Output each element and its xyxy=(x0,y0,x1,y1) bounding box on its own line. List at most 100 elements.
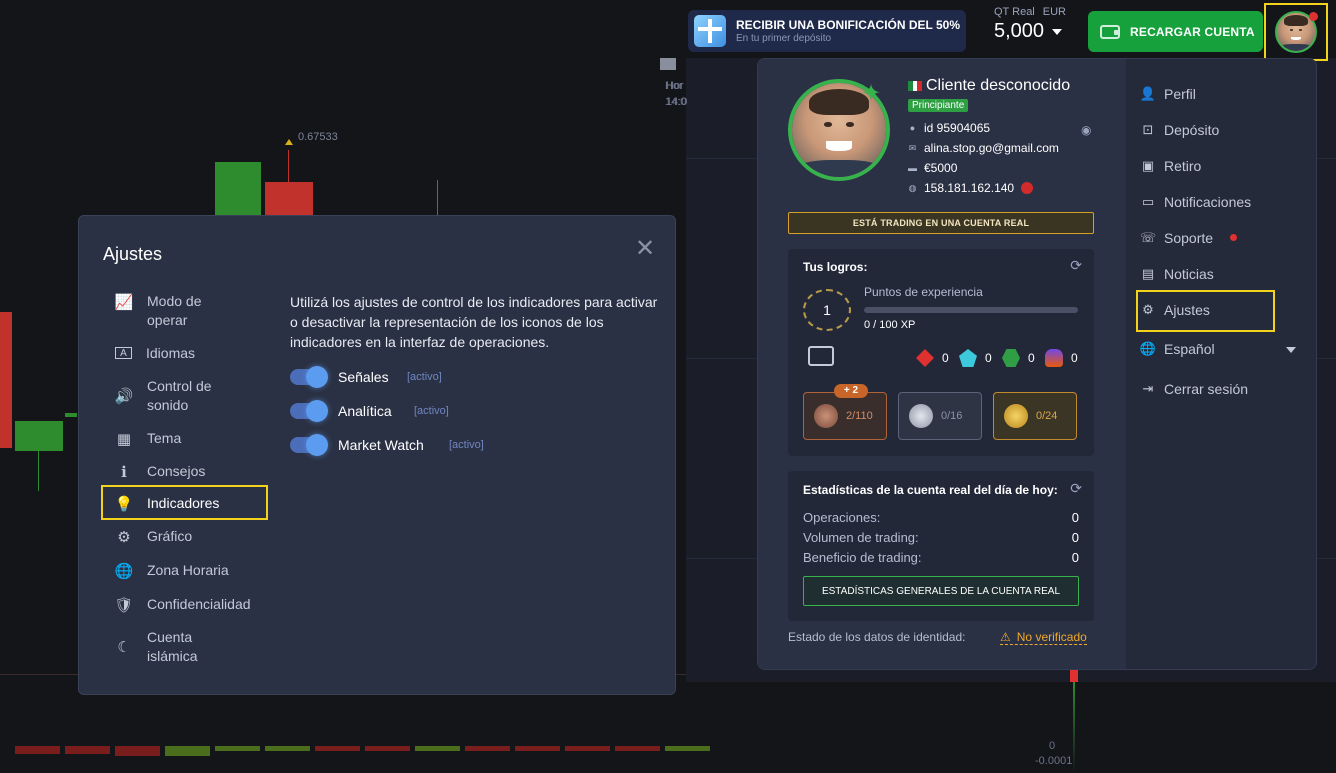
settings-item-theme[interactable]: ▦ Tema xyxy=(115,429,181,448)
market-watch-status: [activo] xyxy=(449,439,484,451)
settings-item-sound[interactable]: 🔊 Control de sonido xyxy=(115,377,212,415)
globe-icon: 🌐 xyxy=(1139,341,1157,356)
refresh-icon[interactable]: ⟳ xyxy=(1070,257,1082,274)
nav-item-news[interactable]: ▤ Noticias xyxy=(1140,266,1214,282)
toggle-row-signals: Señales [activo] xyxy=(290,366,442,388)
withdraw-icon: ▣ xyxy=(1141,158,1155,173)
stats-title: Estadísticas de la cuenta real del día d… xyxy=(803,483,1058,497)
chart-line-icon: 📈 xyxy=(114,293,134,311)
time-label-left: 14:0 xyxy=(665,96,687,108)
cyan-gem-icon xyxy=(959,349,977,367)
globe-icon: ◍ xyxy=(908,182,917,193)
chest-icon[interactable] xyxy=(808,346,834,366)
nav-item-support[interactable]: ☏ Soporte xyxy=(1140,230,1213,246)
nav-item-language[interactable]: 🌐 Español xyxy=(1140,341,1215,357)
settings-item-indicators[interactable]: 💡 Indicadores xyxy=(114,494,220,513)
settings-item-trading-mode[interactable]: 📈 Modo de operar xyxy=(114,292,202,330)
settings-modal: Ajustes ✕ 📈 Modo de operar A Idiomas 🔊 Co… xyxy=(78,215,676,695)
chart-candle xyxy=(0,312,12,448)
refresh-icon[interactable]: ⟳ xyxy=(1070,480,1082,497)
close-icon[interactable]: ✕ xyxy=(635,234,655,263)
chart-candle xyxy=(437,180,438,215)
settings-item-timezone[interactable]: 🌐 Zona Horaria xyxy=(115,561,229,580)
profile-nav-panel: 👤 Perfil ⊡ Depósito ▣ Retiro ▭ Notificac… xyxy=(1126,59,1316,669)
hour-label-left: Hor xyxy=(665,80,683,92)
nav-item-settings[interactable]: ⚙ Ajustes xyxy=(1140,302,1210,318)
stat-row: Operaciones: 0 xyxy=(803,510,1079,525)
user-avatar-button[interactable] xyxy=(1264,3,1328,61)
settings-item-chart[interactable]: ⚙ Gráfico xyxy=(115,527,192,546)
card-icon: ▬ xyxy=(908,163,917,173)
xp-value: 0 / 100 XP xyxy=(864,319,916,331)
market-watch-toggle[interactable] xyxy=(290,434,328,456)
level-star-icon: ✦ xyxy=(861,80,882,107)
support-notification-dot xyxy=(1230,234,1237,241)
chart-candle xyxy=(38,451,39,491)
chart-candle xyxy=(265,182,313,215)
gem-cyan: 0 xyxy=(959,349,992,367)
volume-indicator-bar xyxy=(1073,682,1075,773)
balance-value: 5,000 xyxy=(994,20,1045,42)
eye-icon[interactable]: ◉ xyxy=(1081,123,1091,137)
general-stats-button[interactable]: ESTADÍSTICAS GENERALES DE LA CUENTA REAL xyxy=(803,576,1079,606)
axis-negative-label: -0.0001 xyxy=(1035,755,1073,767)
silver-medal-icon xyxy=(909,404,933,428)
bonus-banner[interactable]: RECIBIR UNA BONIFICACIÓN DEL 50% En tu p… xyxy=(688,10,966,52)
grid-icon: ▦ xyxy=(116,430,132,448)
lightbulb-icon: 💡 xyxy=(114,495,134,513)
indicators-description: Utilizá los ajustes de control de los in… xyxy=(290,294,658,350)
chart-candle xyxy=(15,421,63,451)
settings-item-tips[interactable]: ℹ Consejos xyxy=(115,462,205,481)
identity-status-label: Estado de los datos de identidad: xyxy=(788,630,966,644)
mexico-flag-icon xyxy=(908,81,923,91)
shield-icon: 🛡 xyxy=(114,596,134,614)
user-icon: ● xyxy=(909,123,916,133)
recharge-account-button[interactable]: RECARGAR CUENTA xyxy=(1088,11,1263,52)
profile-name: Cliente desconocido xyxy=(908,77,1070,95)
nav-item-profile[interactable]: 👤 Perfil xyxy=(1140,86,1196,102)
chart-candle xyxy=(288,150,289,182)
chevron-down-icon[interactable] xyxy=(1286,347,1296,353)
bonus-subtitle: En tu primer depósito xyxy=(736,32,832,44)
signals-label: Señales xyxy=(338,369,389,385)
support-icon: ☏ xyxy=(1139,230,1157,245)
bronze-medal-icon xyxy=(814,404,838,428)
account-balance-selector[interactable]: QT Real EUR 5,000 xyxy=(980,6,1076,54)
user-icon: 👤 xyxy=(1139,86,1157,101)
achievements-title: Tus logros: xyxy=(803,260,868,274)
volume-indicator xyxy=(1070,670,1078,682)
stat-row: Beneficio de trading: 0 xyxy=(803,550,1079,565)
bronze-medal[interactable]: 2/110 xyxy=(803,392,887,440)
toggle-row-analytics: Analítica [activo] xyxy=(290,400,449,422)
gift-icon xyxy=(694,15,726,47)
identity-status-link[interactable]: ⚠ No verificado xyxy=(1000,630,1087,645)
real-account-banner: ESTÁ TRADING EN UNA CUENTA REAL xyxy=(788,212,1094,234)
settings-item-islamic[interactable]: ☾ Cuenta islámica xyxy=(115,628,197,666)
gem-purple: 0 xyxy=(1045,349,1078,367)
analytics-toggle[interactable] xyxy=(290,400,328,422)
chart-flag-icon xyxy=(660,58,676,70)
notification-dot xyxy=(1309,12,1318,21)
settings-title: Ajustes xyxy=(103,244,163,264)
profile-ip-row: ◍ 158.181.162.140 xyxy=(908,181,1034,195)
gem-red: 0 xyxy=(916,349,949,367)
globe-icon: 🌐 xyxy=(114,562,134,580)
gold-medal[interactable]: 0/24 xyxy=(993,392,1077,440)
nav-item-deposit[interactable]: ⊡ Depósito xyxy=(1140,122,1220,138)
logout-icon: ⇥ xyxy=(1142,381,1154,396)
nav-item-notifications[interactable]: ▭ Notificaciones xyxy=(1140,194,1251,210)
nav-item-withdraw[interactable]: ▣ Retiro xyxy=(1140,158,1202,174)
account-type: QT Real xyxy=(994,6,1035,18)
nav-item-logout[interactable]: ⇥ Cerrar sesión xyxy=(1140,381,1248,397)
bonus-title: RECIBIR UNA BONIFICACIÓN DEL 50% xyxy=(736,17,961,32)
chevron-down-icon xyxy=(1052,28,1063,35)
settings-item-languages[interactable]: A Idiomas xyxy=(115,344,195,363)
level-laurel: 1 xyxy=(803,289,851,331)
analytics-status: [activo] xyxy=(414,405,449,417)
profile-info-panel: ✦ Cliente desconocido Principiante ● id … xyxy=(758,59,1126,669)
wallet-icon xyxy=(1100,24,1120,39)
red-gem-icon xyxy=(916,349,934,367)
settings-item-privacy[interactable]: 🛡 Confidencialidad xyxy=(114,595,250,614)
silver-medal[interactable]: 0/16 xyxy=(898,392,982,440)
signals-toggle[interactable] xyxy=(290,366,328,388)
